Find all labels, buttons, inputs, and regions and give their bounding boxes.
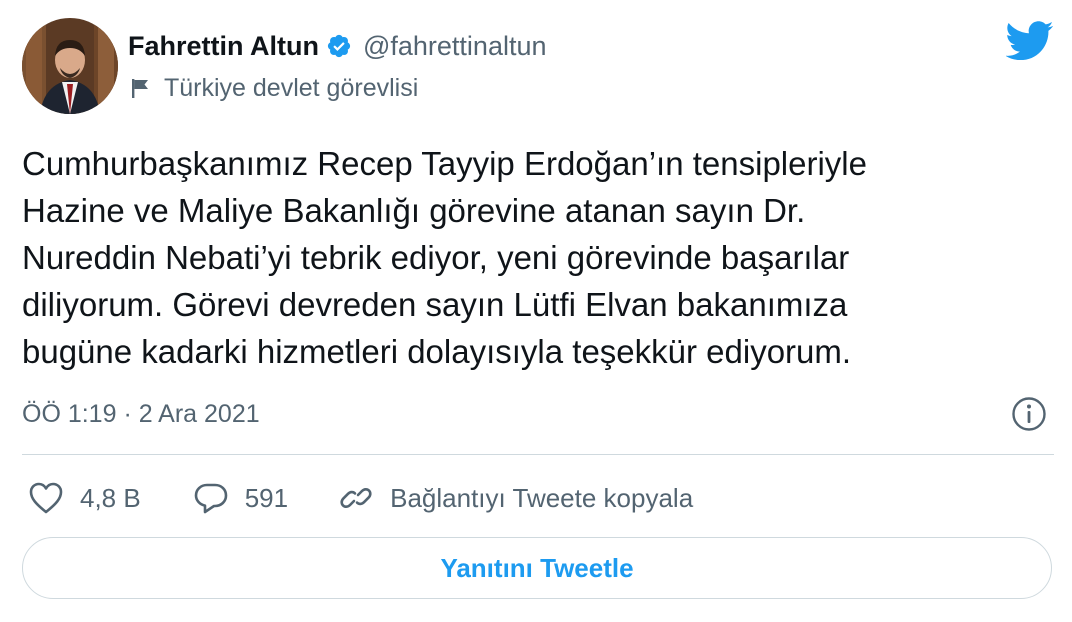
tweet-timestamp[interactable]: ÖÖ 1:19 · 2 Ara 2021	[22, 396, 260, 432]
tweet-text-line: diliyorum. Görevi devreden sayın Lütfi E…	[22, 286, 848, 323]
link-icon	[340, 488, 372, 508]
twitter-bird-icon[interactable]	[1006, 20, 1054, 60]
tweet-text-line: Cumhurbaşkanımız Recep Tayyip Erdoğan’ın…	[22, 145, 867, 182]
tweet-text-line: bugüne kadarki hizmetleri dolayısıyla te…	[22, 333, 852, 370]
user-handle[interactable]: @fahrettinaltun	[363, 31, 547, 62]
reply-count: 591	[244, 482, 289, 513]
reply-tweet-button[interactable]: Yanıtını Tweetle	[22, 537, 1052, 599]
heart-icon	[29, 482, 63, 514]
like-count: 4,8 B	[80, 482, 141, 513]
copy-link-button[interactable]: Bağlantıyı Tweete kopyala	[338, 481, 693, 515]
verified-badge-icon	[327, 34, 351, 58]
display-name[interactable]: Fahrettin Altun	[128, 31, 319, 62]
copy-link-label: Bağlantıyı Tweete kopyala	[390, 482, 694, 513]
like-button[interactable]: 4,8 B	[28, 481, 141, 515]
government-label: Türkiye devlet görevlisi	[164, 73, 419, 102]
action-bar: 4,8 B 591 Bağlantıyı Tweete kopyala	[28, 478, 693, 518]
reply-count-button[interactable]: 591	[193, 481, 288, 515]
avatar-photo	[22, 18, 118, 114]
avatar[interactable]	[22, 18, 118, 114]
account-label[interactable]: Türkiye devlet görevlisi	[130, 70, 418, 106]
tweet-text-line: Hazine ve Maliye Bakanlığı görevine atan…	[22, 192, 806, 229]
tweet-text: Cumhurbaşkanımız Recep Tayyip Erdoğan’ın…	[22, 140, 1042, 375]
flag-icon	[132, 79, 148, 98]
divider	[22, 454, 1054, 455]
info-icon[interactable]	[1011, 396, 1047, 432]
author-row: Fahrettin Altun @fahrettinaltun	[128, 26, 547, 66]
comment-icon	[194, 483, 228, 514]
tweet-text-line: Nureddin Nebati’yi tebrik ediyor, yeni g…	[22, 239, 850, 276]
